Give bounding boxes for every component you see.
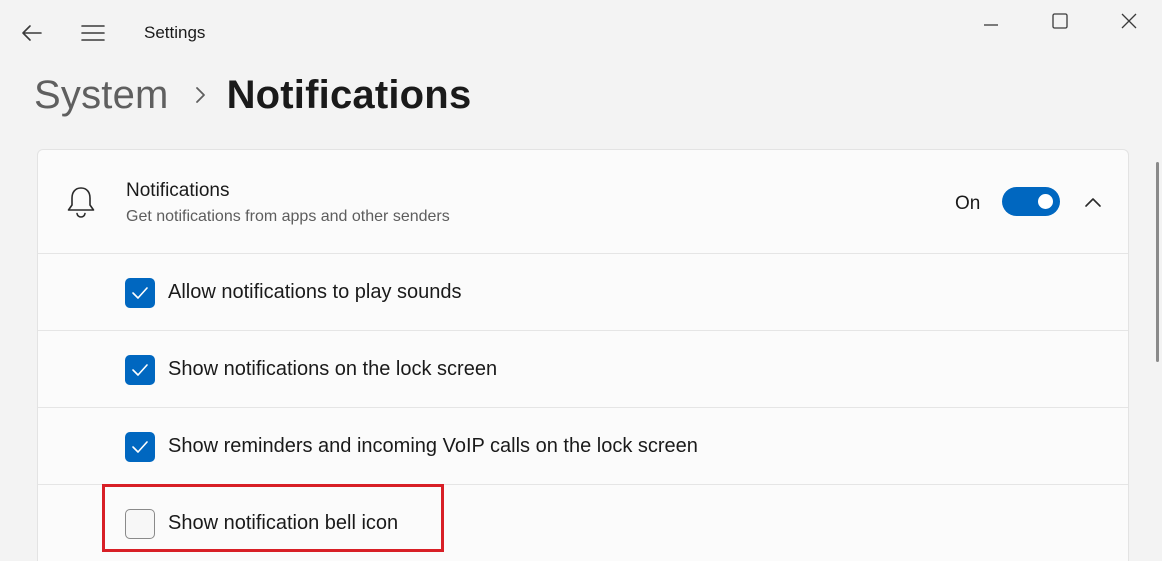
notifications-toggle[interactable] <box>1002 187 1060 216</box>
maximize-icon <box>1052 13 1068 29</box>
toggle-state-label: On <box>955 193 981 214</box>
notifications-header[interactable]: Notifications Get notifications from app… <box>38 150 1128 254</box>
minimize-button[interactable] <box>968 4 1014 38</box>
option-row-sounds: Allow notifications to play sounds <box>38 254 1128 331</box>
lock-screen-checkbox[interactable] <box>125 355 155 385</box>
back-button[interactable] <box>14 16 50 50</box>
back-arrow-icon <box>22 25 42 41</box>
navigation-menu-button[interactable] <box>74 16 112 50</box>
page-title: Notifications <box>226 72 472 117</box>
expand-collapse-button[interactable] <box>1078 192 1108 212</box>
checkmark-icon <box>132 364 148 376</box>
notifications-description: Get notifications from apps and other se… <box>126 208 450 225</box>
chevron-right-icon <box>195 85 207 105</box>
bell-icon-checkbox[interactable] <box>125 509 155 539</box>
option-row-reminders-voip: Show reminders and incoming VoIP calls o… <box>38 408 1128 485</box>
breadcrumb: System Notifications <box>34 68 471 122</box>
reminders-voip-checkbox[interactable] <box>125 432 155 462</box>
chevron-up-icon <box>1085 198 1101 207</box>
maximize-button[interactable] <box>1037 4 1083 38</box>
title-bar: Settings <box>0 0 1162 66</box>
lock-screen-label[interactable]: Show notifications on the lock screen <box>168 358 497 381</box>
option-row-lock-screen: Show notifications on the lock screen <box>38 331 1128 408</box>
minimize-icon <box>984 24 998 26</box>
notifications-card: Notifications Get notifications from app… <box>37 149 1129 561</box>
notifications-title: Notifications <box>126 180 230 201</box>
toggle-knob <box>1038 194 1053 209</box>
reminders-voip-label[interactable]: Show reminders and incoming VoIP calls o… <box>168 435 698 458</box>
settings-window: Settings System Notifications Notificati… <box>0 0 1162 561</box>
sounds-label[interactable]: Allow notifications to play sounds <box>168 281 462 304</box>
bell-icon-label[interactable]: Show notification bell icon <box>168 512 398 535</box>
close-icon <box>1121 13 1137 29</box>
checkmark-icon <box>132 287 148 299</box>
breadcrumb-parent-system[interactable]: System <box>34 73 169 118</box>
option-row-bell-icon: Show notification bell icon <box>38 485 1128 561</box>
scrollbar[interactable] <box>1156 162 1159 362</box>
close-button[interactable] <box>1106 4 1152 38</box>
sounds-checkbox[interactable] <box>125 278 155 308</box>
hamburger-menu-icon <box>81 25 105 41</box>
app-title: Settings <box>144 23 206 42</box>
bell-icon <box>67 187 95 218</box>
checkmark-icon <box>132 441 148 453</box>
